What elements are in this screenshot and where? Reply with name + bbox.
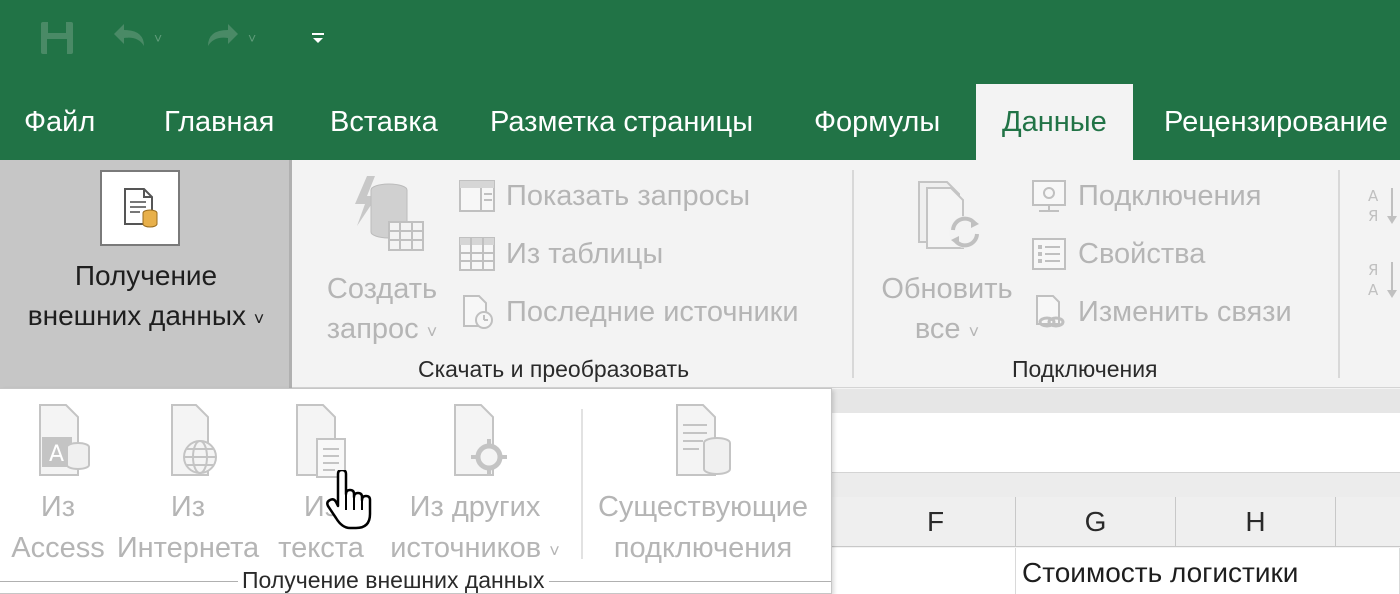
svg-text:Я: Я <box>1368 207 1378 225</box>
from-web-line1: Из <box>170 491 206 523</box>
svg-text:A: A <box>49 442 64 467</box>
edit-links-button[interactable]: Изменить связи <box>1030 292 1292 332</box>
globe-icon <box>112 401 264 483</box>
existing-line1: Существующие <box>597 491 809 523</box>
from-table-label: Из таблицы <box>506 237 664 270</box>
connections-button[interactable]: Подключения <box>1030 176 1261 216</box>
refresh-all-line1: Обновить <box>881 273 1013 305</box>
external-data-icon <box>100 170 180 246</box>
sort-ascending-icon: АЯ <box>1368 184 1400 236</box>
cell-f1[interactable] <box>856 548 1016 594</box>
sort-descending-button[interactable]: ЯА <box>1368 261 1400 304</box>
refresh-all-line2: все <box>914 313 961 345</box>
ribbon-tabs: Файл Главная Вставка Разметка страницы Ф… <box>0 84 1400 160</box>
chevron-down-icon: ˅ <box>968 322 980 342</box>
cell-g1[interactable]: Стоимость логистики <box>1016 548 1400 594</box>
svg-text:Я: Я <box>1368 261 1378 279</box>
existing-line2: подключения <box>613 532 793 564</box>
group-separator <box>852 170 854 378</box>
create-query-icon <box>355 176 424 251</box>
from-access-line1: Из <box>40 491 76 523</box>
customize-qat-icon[interactable] <box>310 18 326 58</box>
svg-text:А: А <box>1368 187 1379 205</box>
dropdown-group-label: Получение внешних данных <box>238 567 549 593</box>
refresh-all-icon <box>918 181 981 249</box>
properties-button[interactable]: Свойства <box>1030 234 1205 274</box>
ribbon-body: Получение внешних данных ˅ Создать запро… <box>0 160 1400 388</box>
column-header-f[interactable]: F <box>856 497 1016 547</box>
edit-links-icon <box>1030 294 1068 330</box>
show-queries-label: Показать запросы <box>506 179 751 212</box>
tab-insert[interactable]: Вставка <box>330 84 438 160</box>
column-header-h[interactable]: H <box>1176 497 1336 547</box>
tab-home[interactable]: Главная <box>164 84 274 160</box>
hand-cursor-icon <box>322 468 382 537</box>
from-other-sources-button[interactable]: Из других источников ˅ <box>380 401 570 572</box>
create-query-line2: запрос <box>326 313 419 345</box>
tab-formulas[interactable]: Формулы <box>814 84 940 160</box>
properties-label: Свойства <box>1078 237 1206 270</box>
from-web-button[interactable]: Из Интернета <box>112 401 264 569</box>
refresh-all-button[interactable]: Обновить все ˅ <box>872 174 1022 352</box>
get-external-line1: Получение <box>74 260 218 291</box>
from-web-line2: Интернета <box>116 532 260 564</box>
quick-access-toolbar: ˅ ˅ <box>0 0 1400 84</box>
properties-icon <box>1030 236 1068 272</box>
get-external-data-label: Получение внешних данных ˅ <box>0 256 292 339</box>
redo-icon[interactable]: ˅ <box>202 18 256 58</box>
create-query-button[interactable]: Создать запрос ˅ <box>312 174 452 352</box>
edit-links-label: Изменить связи <box>1078 295 1292 328</box>
tab-page-layout[interactable]: Разметка страницы <box>490 84 753 160</box>
recent-sources-button[interactable]: Последние источники <box>458 292 799 332</box>
save-icon[interactable] <box>38 18 76 58</box>
group-separator <box>1338 170 1340 378</box>
show-queries-icon <box>458 178 496 214</box>
recent-sources-icon <box>458 294 496 330</box>
table-icon <box>458 236 496 272</box>
column-header-g[interactable]: G <box>1016 497 1176 547</box>
group-label-connections: Подключения <box>1012 356 1158 382</box>
create-query-line1: Создать <box>326 273 438 305</box>
chevron-down-icon: ˅ <box>549 541 560 561</box>
get-external-line2: внешних данных <box>27 300 246 331</box>
connections-label: Подключения <box>1078 179 1262 212</box>
recent-sources-label: Последние источники <box>506 295 799 328</box>
connections-icon <box>1030 178 1068 214</box>
tab-data[interactable]: Данные <box>976 84 1133 160</box>
group-label-transform: Скачать и преобразовать <box>418 356 690 382</box>
existing-connections-button[interactable]: Существующие подключения <box>592 401 814 569</box>
dropdown-separator <box>581 409 583 559</box>
get-external-data-button[interactable]: Получение внешних данных ˅ <box>0 160 292 388</box>
from-table-button[interactable]: Из таблицы <box>458 234 663 274</box>
undo-dropdown-icon[interactable]: ˅ <box>154 30 162 46</box>
from-other-line1: Из других <box>409 491 541 523</box>
chevron-down-icon: ˅ <box>426 322 438 342</box>
from-other-line2: источников <box>390 532 542 564</box>
tab-file[interactable]: Файл <box>24 84 95 160</box>
access-icon: A <box>10 401 106 483</box>
redo-dropdown-icon[interactable]: ˅ <box>248 30 256 46</box>
undo-icon[interactable]: ˅ <box>108 18 162 58</box>
from-access-button[interactable]: A Из Access <box>10 401 106 569</box>
sort-ascending-button[interactable]: АЯ <box>1368 187 1400 230</box>
get-external-data-dropdown: A Из Access Из Интернета Из текста Из др… <box>0 388 832 594</box>
svg-text:А: А <box>1368 281 1379 299</box>
chevron-down-icon: ˅ <box>253 309 265 329</box>
show-queries-button[interactable]: Показать запросы <box>458 176 750 216</box>
tab-review[interactable]: Рецензирование <box>1164 84 1388 160</box>
existing-connections-icon <box>592 401 814 483</box>
sort-descending-icon: ЯА <box>1368 258 1400 310</box>
other-sources-icon <box>380 401 570 483</box>
from-access-line2: Access <box>11 532 105 564</box>
